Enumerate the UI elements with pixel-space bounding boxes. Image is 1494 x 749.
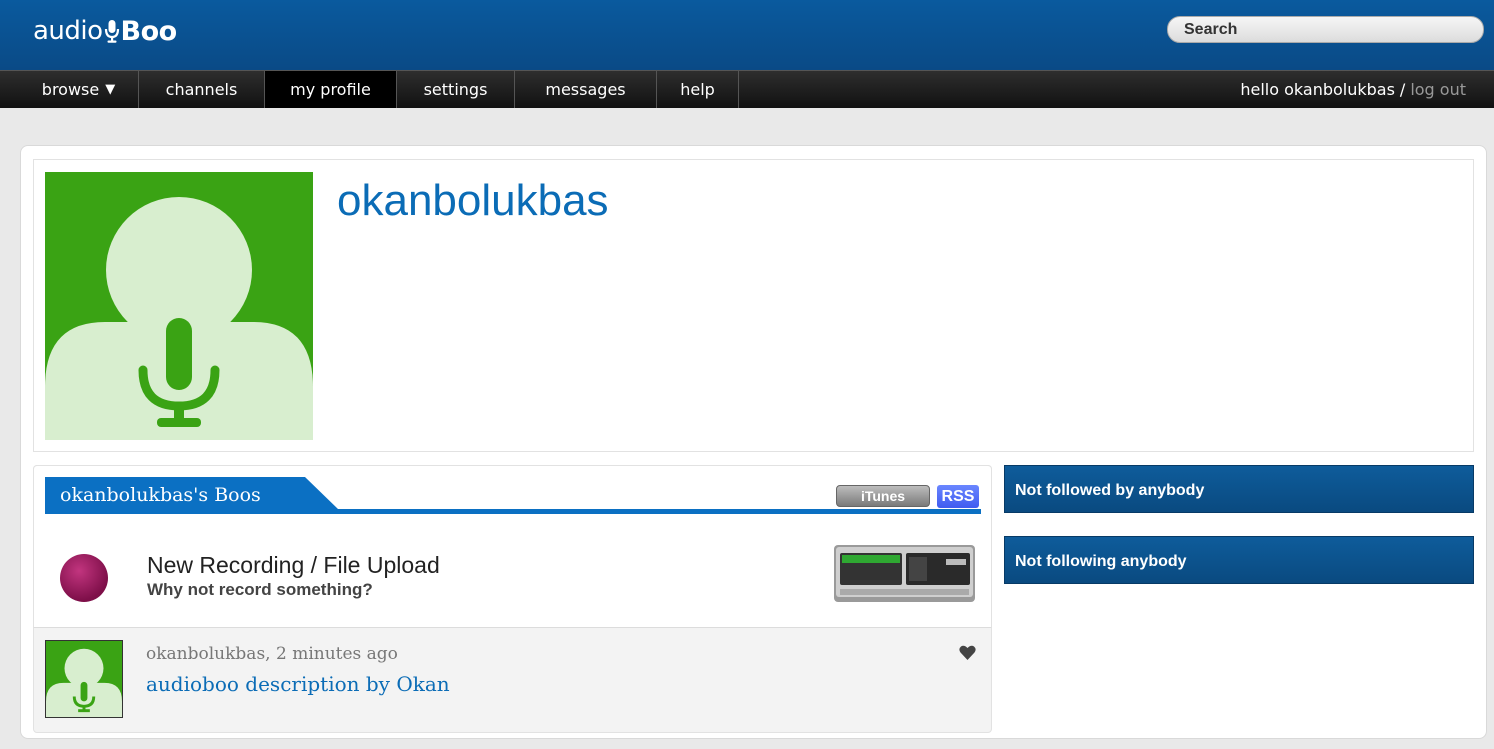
user-greeting: hello okanbolukbas / log out bbox=[1240, 71, 1466, 108]
search-input[interactable] bbox=[1168, 17, 1474, 42]
logo-audio-text: audio bbox=[33, 16, 103, 46]
logo-boo-text: Boo bbox=[120, 15, 178, 47]
nav-my-profile-label: my profile bbox=[290, 80, 371, 99]
top-header: audio Boo bbox=[0, 0, 1494, 70]
nav-browse[interactable]: browse ▼ bbox=[19, 71, 139, 108]
nav-messages[interactable]: messages bbox=[515, 71, 657, 108]
heart-icon[interactable] bbox=[959, 645, 976, 661]
rss-button[interactable]: RSS bbox=[937, 485, 979, 508]
greeting-separator: / bbox=[1399, 80, 1406, 99]
new-recording-link[interactable]: New Recording / File Upload bbox=[147, 552, 440, 579]
microphone-icon bbox=[104, 20, 119, 43]
avatar bbox=[45, 172, 313, 440]
nav-help[interactable]: help bbox=[657, 71, 739, 108]
boo-description-link[interactable]: audioboo description by Okan bbox=[146, 672, 450, 696]
itunes-button[interactable]: iTunes bbox=[836, 485, 930, 507]
nav-settings[interactable]: settings bbox=[397, 71, 515, 108]
tab-boos[interactable]: okanbolukbas's Boos bbox=[60, 484, 261, 506]
record-icon[interactable] bbox=[60, 554, 108, 602]
recorder-device-icon[interactable] bbox=[834, 545, 975, 602]
nav-settings-label: settings bbox=[423, 80, 488, 99]
followers-box[interactable]: Not followed by anybody bbox=[1004, 465, 1474, 513]
nav-channels-label: channels bbox=[165, 80, 238, 99]
new-recording-subtitle: Why not record something? bbox=[147, 580, 373, 599]
boo-avatar[interactable] bbox=[45, 640, 123, 718]
nav-my-profile[interactable]: my profile bbox=[265, 71, 397, 108]
nav-help-label: help bbox=[680, 80, 715, 99]
boo-meta: okanbolukbas, 2 minutes ago bbox=[146, 644, 398, 664]
nav-channels[interactable]: channels bbox=[139, 71, 265, 108]
following-box[interactable]: Not following anybody bbox=[1004, 536, 1474, 584]
nav-browse-label: browse bbox=[41, 80, 100, 99]
chevron-down-icon: ▼ bbox=[105, 82, 116, 97]
logout-link[interactable]: log out bbox=[1410, 80, 1466, 99]
main-nav: browse ▼ channels my profile settings me… bbox=[0, 70, 1494, 108]
page-title: okanbolukbas bbox=[337, 176, 609, 225]
nav-messages-label: messages bbox=[545, 80, 626, 99]
greeting-text: hello okanbolukbas bbox=[1240, 80, 1395, 99]
search-box bbox=[1167, 16, 1484, 43]
audioboo-logo[interactable]: audio Boo bbox=[33, 14, 177, 48]
